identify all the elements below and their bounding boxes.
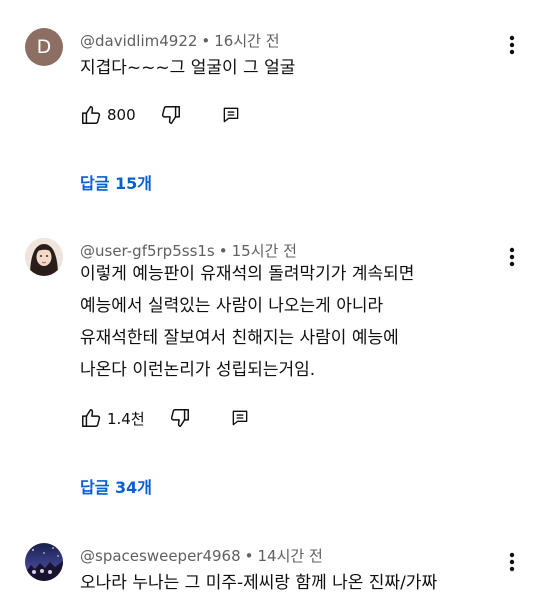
profile-photo-icon [25, 547, 63, 581]
comment-line: 예능에서 실력있는 사람이 나오는게 아니라 [80, 296, 384, 316]
more-vert-icon [509, 247, 515, 267]
separator: • [201, 32, 211, 50]
thumbs-up-icon [82, 409, 101, 427]
avatar[interactable] [25, 238, 63, 276]
thumbs-down-icon [161, 106, 180, 124]
avatar[interactable]: D [25, 28, 63, 66]
comment-actions: 1.4천 [78, 404, 253, 432]
comment-line: 이렇게 예능판이 유재석의 돌려막기가 계속되면 [80, 264, 415, 284]
like-count: 800 [107, 106, 136, 124]
more-vert-icon [509, 35, 515, 55]
comment-meta: @spacesweeper4968 • 14시간 전 [80, 545, 323, 566]
comment-line: 유재석한테 잘보여서 친해지는 사람이 예능에 [80, 328, 399, 348]
comment-text: 오나라 누나는 그 미주-제씨랑 함께 나온 진짜/가짜 [80, 567, 437, 599]
view-replies-button[interactable]: 답글 34개 [80, 474, 152, 498]
author-name[interactable]: @spacesweeper4968 [80, 547, 241, 565]
timestamp[interactable]: 16시간 전 [214, 32, 279, 50]
reply-icon [223, 107, 238, 123]
author-name[interactable]: @davidlim4922 [80, 32, 197, 50]
avatar[interactable] [25, 543, 63, 581]
comment-text: 이렇게 예능판이 유재석의 돌려막기가 계속되면 예능에서 실력있는 사람이 나… [80, 258, 414, 386]
avatar-letter: D [36, 36, 52, 58]
thumbs-down-icon [170, 409, 189, 427]
separator: • [244, 547, 254, 565]
reply-button[interactable] [227, 405, 253, 431]
dislike-button[interactable] [158, 102, 184, 128]
more-options-button[interactable] [500, 30, 524, 60]
comment-text: 지겹다~~~그 얼굴이 그 얼굴 [80, 52, 295, 84]
comment-meta: @davidlim4922 • 16시간 전 [80, 30, 280, 51]
dislike-button[interactable] [167, 405, 193, 431]
like-count: 1.4천 [107, 409, 145, 428]
like-button[interactable] [78, 405, 104, 431]
thumbs-up-icon [82, 106, 101, 124]
more-options-button[interactable] [500, 242, 524, 272]
reply-button[interactable] [218, 102, 244, 128]
like-button[interactable] [78, 102, 104, 128]
reply-icon [232, 410, 247, 426]
timestamp[interactable]: 14시간 전 [258, 547, 323, 565]
comment-line: 지겹다~~~그 얼굴이 그 얼굴 [80, 58, 296, 78]
comment-actions: 800 [78, 101, 244, 129]
comment-line: 오나라 누나는 그 미주-제씨랑 함께 나온 진짜/가짜 [80, 573, 438, 593]
profile-photo-icon [25, 238, 63, 276]
more-options-button[interactable] [500, 547, 524, 577]
more-vert-icon [509, 552, 515, 572]
comment-line: 나온다 이런논리가 성립되는거임. [80, 360, 316, 380]
view-replies-button[interactable]: 답글 15개 [80, 170, 152, 194]
